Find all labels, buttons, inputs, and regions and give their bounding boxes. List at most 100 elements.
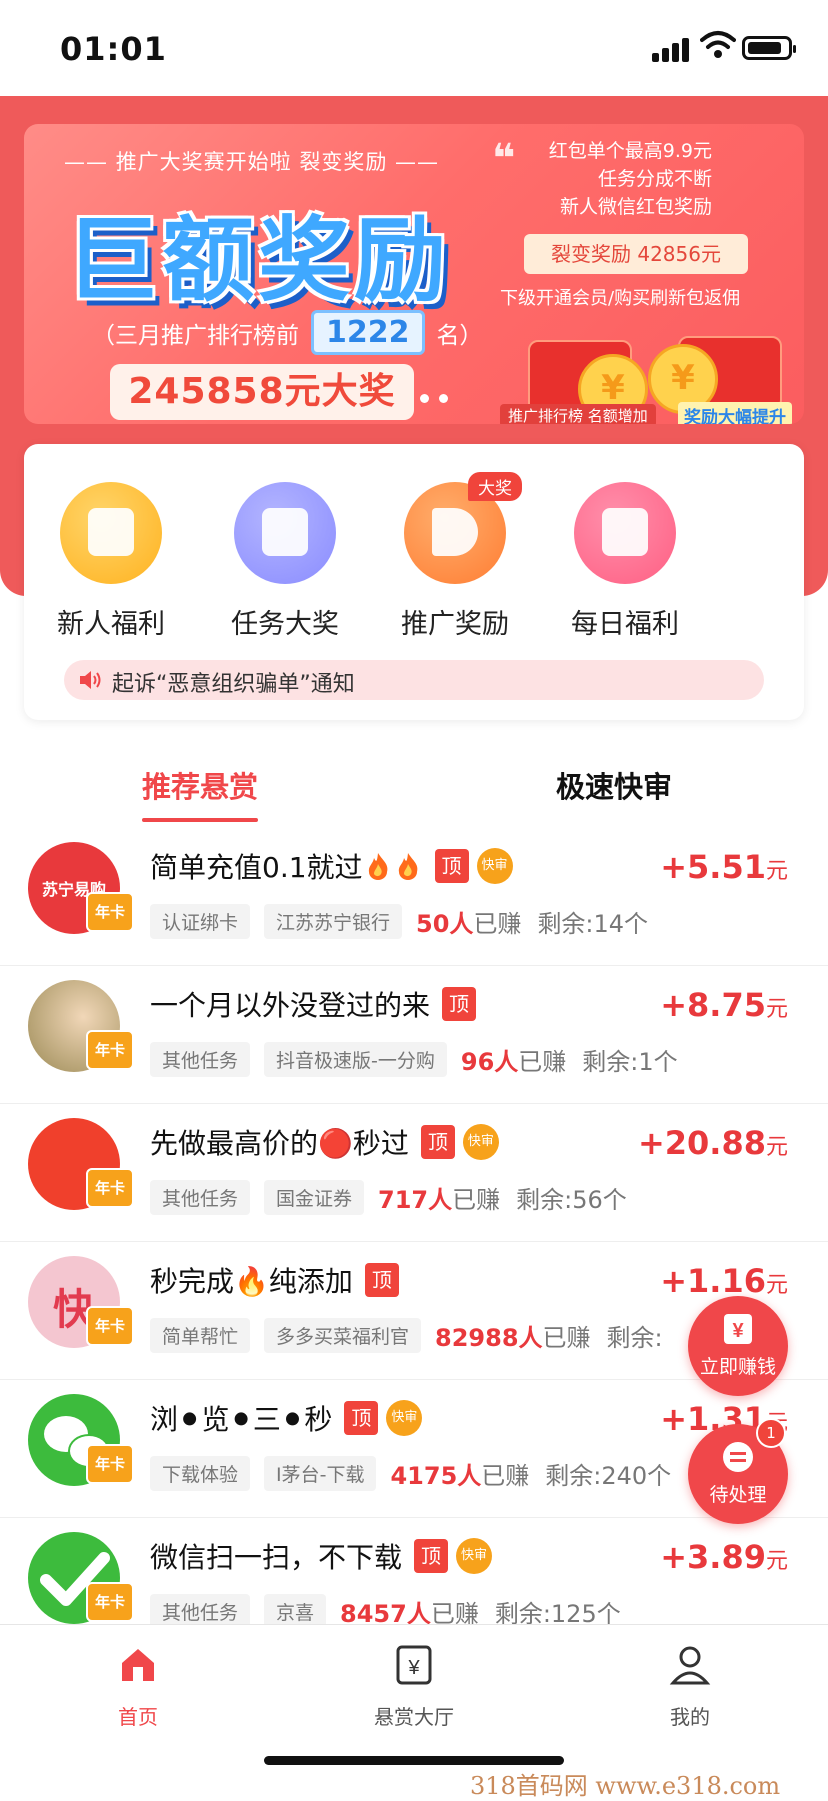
task-title: 先做最高价的🔴秒过 顶 快审 <box>150 1122 499 1162</box>
banner-footer-left: 推广排行榜 名额增加 <box>500 404 656 424</box>
quick-menu-card: 新人福利 任务大奖 大奖 推广奖励 每日福利 起诉“恶意组织骗单”通知 <box>24 444 804 720</box>
task-reward: +20.88元 <box>637 1124 788 1162</box>
task-tag: 下载体验 <box>150 1456 251 1491</box>
banner-rank: （三月推广排行榜前 1222 名） <box>92 310 483 355</box>
earned-count: 96人已赚 <box>460 1048 567 1076</box>
menu-item-daily[interactable]: 每日福利 <box>550 482 700 641</box>
top-badge: 顶 <box>364 1263 399 1297</box>
task-tag: 多多买菜福利官 <box>264 1318 422 1353</box>
year-card-badge: 年卡 <box>86 892 134 932</box>
money-bag-icon: ¥ <box>724 1314 752 1344</box>
home-icon <box>122 1649 154 1681</box>
year-card-badge: 年卡 <box>86 1306 134 1346</box>
fire-icon <box>368 853 387 880</box>
nav-mine[interactable]: 我的 <box>620 1643 760 1730</box>
prize-badge: 大奖 <box>468 472 522 501</box>
earn-now-label: 立即赚钱 <box>699 1356 776 1378</box>
task-tag: I茅台-下载 <box>264 1456 377 1491</box>
calendar-check-icon <box>574 482 676 584</box>
nav-home[interactable]: 首页 <box>68 1643 208 1730</box>
fire-icon <box>398 853 417 880</box>
receipt-icon: ¥ <box>396 1645 432 1685</box>
task-title: 微信扫一扫，不下载 顶 快审 <box>150 1536 493 1576</box>
status-bar: 01:01 <box>0 0 828 96</box>
top-badge: 顶 <box>434 849 469 883</box>
remaining-count: 剩余:240个 <box>545 1462 672 1490</box>
task-tag: 简单帮忙 <box>150 1318 251 1353</box>
task-row[interactable]: 年卡 先做最高价的🔴秒过 顶 快审 其他任务 国金证券 717人已赚 剩余:56… <box>0 1104 828 1242</box>
top-badge: 顶 <box>420 1125 455 1159</box>
top-badge: 顶 <box>344 1401 379 1435</box>
wifi-icon <box>700 31 736 58</box>
menu-item-label: 新人福利 <box>57 609 165 640</box>
tab-fast-review[interactable]: 极速快审 <box>556 764 672 806</box>
task-row[interactable]: 苏宁易购 年卡 简单充值0.1就过 顶 快审 认证绑卡 江苏苏宁银行 50人已赚… <box>0 828 828 966</box>
task-tag: 国金证券 <box>264 1180 365 1215</box>
task-title: 简单充值0.1就过 顶 快审 <box>150 846 513 886</box>
notice-text: 起诉“恶意组织骗单”通知 <box>112 672 355 697</box>
status-time: 01:01 <box>60 30 167 68</box>
fast-review-badge: 快审 <box>386 1400 423 1436</box>
nav-home-label: 首页 <box>118 1705 158 1729</box>
menu-item-task-prize[interactable]: 任务大奖 <box>210 482 360 641</box>
task-tags: 其他任务 抖音极速版-一分购 96人已赚 剩余:1个 <box>150 1042 678 1077</box>
menu-item-label: 任务大奖 <box>231 609 339 640</box>
earned-count: 50人已赚 <box>416 910 522 938</box>
earn-now-button[interactable]: ¥ 立即赚钱 <box>688 1296 788 1396</box>
battery-icon <box>742 36 796 60</box>
nav-mine-label: 我的 <box>670 1705 710 1729</box>
quote-icon: ❝ <box>492 136 516 182</box>
notice-bar[interactable]: 起诉“恶意组织骗单”通知 <box>64 660 764 700</box>
pending-label: 待处理 <box>709 1484 767 1506</box>
task-row[interactable]: 年卡 一个月以外没登过的来 顶 其他任务 抖音极速版-一分购 96人已赚 剩余:… <box>0 966 828 1104</box>
menu-item-promotion[interactable]: 大奖 推广奖励 <box>380 472 530 641</box>
signal-icon <box>652 34 692 62</box>
year-card-badge: 年卡 <box>86 1030 134 1070</box>
banner-right-line-1: 红包单个最高9.9元 <box>548 140 712 162</box>
banner-tagline: —— 推广大奖赛开始啦 裂变奖励 —— <box>64 150 440 174</box>
earned-count: 82988人已赚 <box>435 1324 591 1352</box>
gift-box-icon <box>60 482 162 584</box>
rank-suffix: 名） <box>436 322 483 349</box>
task-title-text: 秒完成🔥纯添加 <box>150 1265 353 1298</box>
banner-footer-right: 奖励大幅提升 <box>678 402 792 424</box>
svg-text:¥: ¥ <box>732 1320 744 1342</box>
remaining-count: 剩余:14个 <box>537 910 649 938</box>
pending-button[interactable]: 待处理 1 <box>688 1418 788 1524</box>
fission-reward: 裂变奖励 42856元 <box>524 234 748 274</box>
banner-right-line-3: 新人微信红包奖励 <box>559 196 712 218</box>
remaining-count: 剩余:1个 <box>582 1048 678 1076</box>
task-tag: 江苏苏宁银行 <box>264 904 403 939</box>
task-title: 一个月以外没登过的来 顶 <box>150 984 477 1024</box>
fast-review-badge: 快审 <box>462 1124 499 1160</box>
banner-subline: 下级开通会员/购买刷新包返佣 <box>500 288 741 309</box>
nav-reward-hall[interactable]: ¥ 悬赏大厅 <box>344 1643 484 1730</box>
fast-review-badge: 快审 <box>456 1538 493 1574</box>
task-tag: 其他任务 <box>150 1180 251 1215</box>
earned-count: 4175人已赚 <box>390 1462 530 1490</box>
top-badge: 顶 <box>442 987 477 1021</box>
chat-icon <box>723 1442 753 1472</box>
task-tag: 认证绑卡 <box>150 904 251 939</box>
banner-prize: 245858元大奖 <box>110 364 414 420</box>
rank-number: 1222 <box>311 310 425 355</box>
task-title-text: 先做最高价的🔴秒过 <box>150 1127 409 1160</box>
fast-review-badge: 快审 <box>476 848 513 884</box>
pending-count-badge: 1 <box>756 1418 786 1448</box>
nav-hall-label: 悬赏大厅 <box>374 1705 454 1729</box>
year-card-badge: 年卡 <box>86 1444 134 1484</box>
task-reward: +3.89元 <box>660 1538 788 1576</box>
task-tag: 抖音极速版-一分购 <box>264 1042 447 1077</box>
task-tags: 简单帮忙 多多买菜福利官 82988人已赚 剩余: <box>150 1318 663 1353</box>
year-card-badge: 年卡 <box>86 1168 134 1208</box>
tab-recommended[interactable]: 推荐悬赏 <box>142 764 259 822</box>
menu-item-label: 每日福利 <box>571 609 679 640</box>
remaining-count: 剩余:56个 <box>516 1186 627 1214</box>
remaining-count: 剩余: <box>606 1324 663 1352</box>
promo-banner[interactable]: —— 推广大奖赛开始啦 裂变奖励 —— 巨额奖励 （三月推广排行榜前 1222 … <box>24 124 804 424</box>
earned-count: 717人已赚 <box>378 1186 501 1214</box>
menu-item-newcomer[interactable]: 新人福利 <box>36 482 186 641</box>
task-reward: +8.75元 <box>660 986 788 1024</box>
task-reward: +5.51元 <box>660 848 788 886</box>
task-tags: 其他任务 国金证券 717人已赚 剩余:56个 <box>150 1180 627 1215</box>
